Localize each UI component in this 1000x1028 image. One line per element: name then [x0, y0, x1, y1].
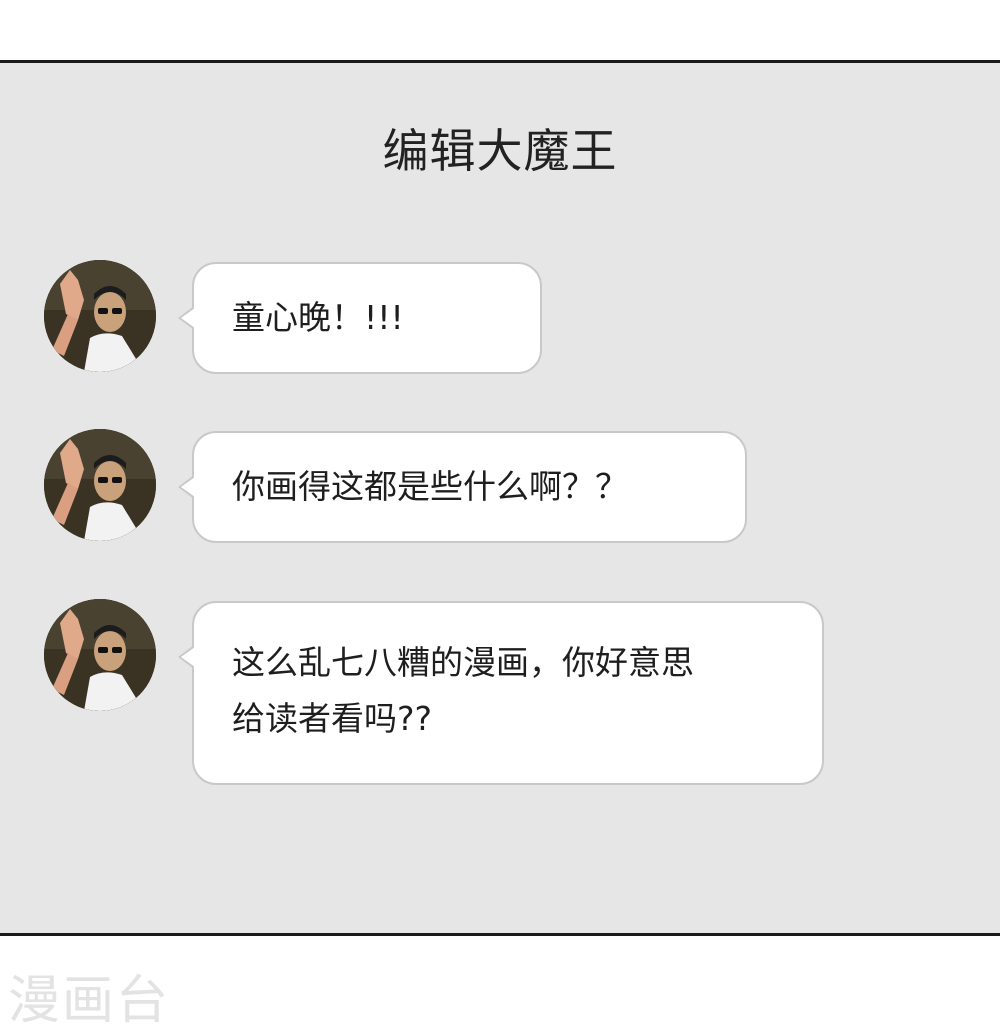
watermark-logo: 漫画台 — [8, 971, 171, 1028]
message-text-line-2: 给读者看吗?? — [232, 699, 433, 738]
message-bubble: 童心晚！!!! — [178, 262, 542, 374]
avatar-icon — [44, 429, 156, 541]
bubble-tail — [178, 475, 195, 499]
message-text: 童心晚！!!! — [232, 298, 404, 337]
message-text-line-1: 这么乱七八糟的漫画，你好意思 — [232, 643, 694, 682]
message-bubble: 这么乱七八糟的漫画，你好意思 给读者看吗?? — [178, 601, 824, 785]
avatar-icon — [44, 599, 156, 711]
avatar — [44, 599, 156, 711]
chat-panel: 编辑大魔王 童心晚！!!! 你画得这都是些什么啊？？ 这么乱七八糟的漫画，你好意… — [0, 60, 1000, 936]
message-text: 你画得这都是些什么啊？？ — [232, 467, 628, 506]
comic-page: 编辑大魔王 童心晚！!!! 你画得这都是些什么啊？？ 这么乱七八糟的漫画，你好意… — [0, 0, 1000, 1028]
bubble-tail — [178, 645, 195, 669]
avatar — [44, 429, 156, 541]
avatar — [44, 260, 156, 372]
avatar-icon — [44, 260, 156, 372]
bubble-tail — [178, 306, 195, 330]
message-bubble: 你画得这都是些什么啊？？ — [178, 431, 747, 543]
chat-title: 编辑大魔王 — [382, 124, 618, 178]
